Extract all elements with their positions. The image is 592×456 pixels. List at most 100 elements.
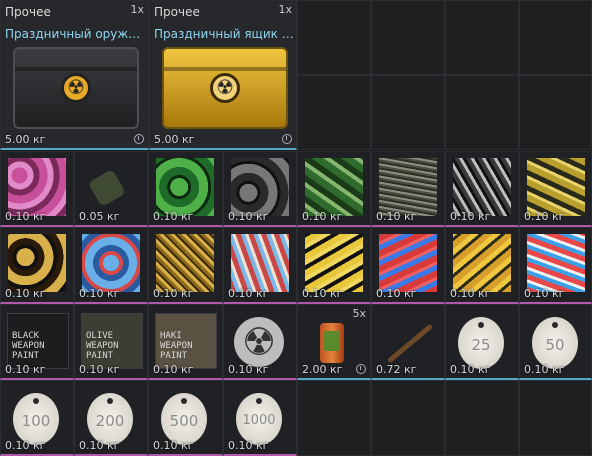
camo-pattern-icon [156,158,214,216]
item-title: Праздничный ящик с... [154,27,294,41]
token-slot[interactable]: 25 0.10 кг [445,304,519,380]
empty-slot[interactable] [297,0,371,75]
paint-name: WEAPON [160,341,193,351]
radiation-icon: ☢ [234,317,284,367]
empty-slot[interactable] [297,75,371,150]
item-weight: 0.10 кг [450,210,491,223]
camo-pattern-icon [156,234,214,292]
camo-pattern-icon [453,234,511,292]
token-slot[interactable]: 50 0.10 кг [519,304,592,380]
item-weight: 0.10 кг [79,439,120,452]
item-weight: 0.10 кг [302,287,343,300]
empty-slot[interactable] [445,75,519,150]
item-weight: 0.10 кг [79,363,120,376]
empty-slot[interactable] [371,0,445,75]
camo-slot[interactable]: 0.10 кг [148,227,223,304]
item-weight: 0.10 кг [153,210,194,223]
camo-pattern-icon [527,234,585,292]
item-quantity: 1x [278,3,292,16]
case-slot-weapon[interactable]: Прочее 1x Праздничный оружей... 5.00 кг [0,0,149,150]
camo-slot[interactable]: 0.10 кг [519,151,592,227]
paint-slot[interactable]: HAKI WEAPON PAINT 0.10 кг [148,304,223,380]
item-weight: 0.10 кг [153,363,194,376]
empty-slot[interactable] [519,75,592,150]
item-weight: 0.10 кг [376,210,417,223]
empty-slot[interactable] [445,380,519,456]
grenade-slot[interactable]: 0.05 кг [74,151,148,227]
token-icon: 25 [458,317,504,369]
item-weight: 0.10 кг [228,210,269,223]
item-weight: 0.10 кг [524,210,565,223]
paint-name: WEAPON [12,341,45,351]
paint-slot[interactable]: OLIVE WEAPON PAINT 0.10 кг [74,304,148,380]
item-weight: 0.10 кг [376,287,417,300]
camo-slot[interactable]: 0.10 кг [519,227,592,304]
paint-name: HAKI [160,331,182,341]
gold-case-icon [162,47,288,129]
item-quantity: 1x [130,3,144,16]
item-weight: 0.10 кг [153,439,194,452]
item-weight: 0.10 кг [302,210,343,223]
paint-name: PAINT [160,351,188,361]
weapon-paint-icon: OLIVE WEAPON PAINT [81,313,143,369]
item-weight: 0.10 кг [79,287,120,300]
camo-slot[interactable]: 0.10 кг [148,151,223,227]
item-weight: 0.10 кг [5,210,46,223]
empty-slot[interactable] [445,0,519,75]
token-slot[interactable]: 100 0.10 кг [0,380,74,456]
camo-pattern-icon [453,158,511,216]
camo-pattern-icon [82,234,140,292]
item-category: Прочее [154,5,200,19]
camo-slot[interactable]: 0.10 кг [223,151,297,227]
inventory-grid: Прочее 1x Праздничный оружей... 5.00 кг … [0,0,592,456]
empty-slot[interactable] [371,380,445,456]
camo-slot[interactable]: 0.10 кг [0,227,74,304]
item-quantity: 5x [352,307,366,320]
paint-name: BLACK [12,331,40,341]
camo-slot[interactable]: 0.10 кг [445,227,519,304]
token-slot[interactable]: 200 0.10 кг [74,380,148,456]
item-weight: 5.00 кг [5,133,46,146]
camo-slot[interactable]: 0.10 кг [297,151,371,227]
weapon-paint-icon: BLACK WEAPON PAINT [7,313,69,369]
empty-slot[interactable] [519,0,592,75]
item-weight: 0.10 кг [153,287,194,300]
clock-icon [282,134,292,144]
empty-slot[interactable] [519,380,592,456]
camo-slot[interactable]: 0.10 кг [371,227,445,304]
item-category: Прочее [5,5,51,19]
camo-slot[interactable]: 0.10 кг [371,151,445,227]
stick-slot[interactable]: 0.72 кг [371,304,445,380]
token-slot[interactable]: 1000 0.10 кг [223,380,297,456]
item-weight: 0.10 кг [228,363,269,376]
paint-name: WEAPON [86,341,119,351]
item-weight: 0.10 кг [5,287,46,300]
camo-slot[interactable]: 0.10 кг [74,227,148,304]
radiation-slot[interactable]: ☢ 0.10 кг [223,304,297,380]
paint-slot[interactable]: BLACK WEAPON PAINT 0.10 кг [0,304,74,380]
camo-pattern-icon [305,234,363,292]
empty-slot[interactable] [297,380,371,456]
item-weight: 0.10 кг [450,363,491,376]
grenade-icon [87,168,127,208]
can-slot[interactable]: 5x 2.00 кг [297,304,371,380]
stick-icon [386,323,434,364]
item-weight: 2.00 кг [302,363,343,376]
camo-slot[interactable]: 0.10 кг [0,151,74,227]
weapon-paint-icon: HAKI WEAPON PAINT [155,313,217,369]
empty-slot[interactable] [371,75,445,150]
camo-slot[interactable]: 0.10 кг [297,227,371,304]
camo-pattern-icon [231,158,289,216]
camo-slot[interactable]: 0.10 кг [223,227,297,304]
paint-name: PAINT [12,351,40,361]
token-slot[interactable]: 500 0.10 кг [148,380,223,456]
camo-slot[interactable]: 0.10 кг [445,151,519,227]
case-slot-gold[interactable]: Прочее 1x Праздничный ящик с... 5.00 кг [149,0,297,150]
item-weight: 0.10 кг [524,363,565,376]
can-icon [320,323,344,363]
camo-pattern-icon [527,158,585,216]
token-icon: 200 [87,393,133,445]
clock-icon [134,134,144,144]
item-weight: 0.05 кг [79,210,120,223]
item-weight: 5.00 кг [154,133,195,146]
